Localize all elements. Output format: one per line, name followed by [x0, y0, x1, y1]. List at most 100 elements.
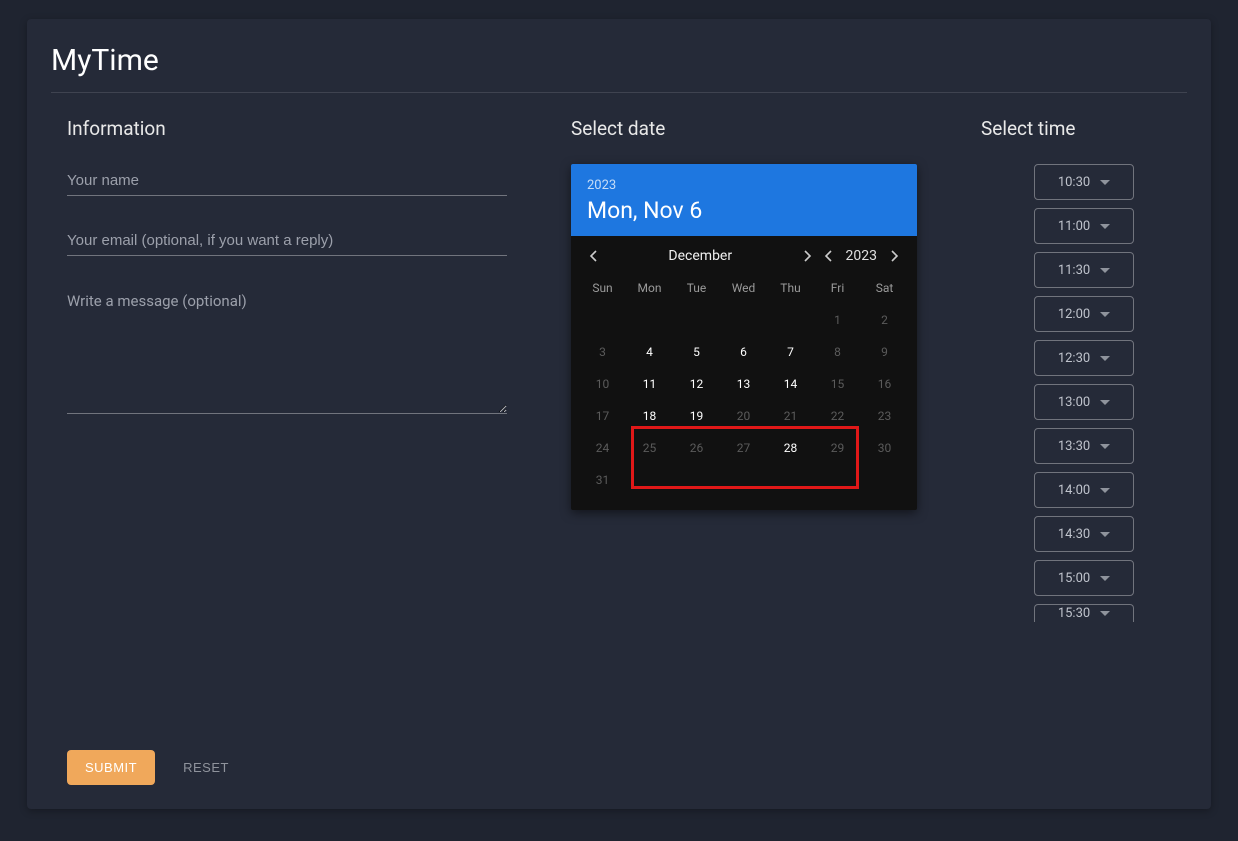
time-slot-label: 13:30 [1058, 439, 1090, 454]
time-slot-button[interactable]: 13:30 [1034, 428, 1134, 464]
weekday-header: Tue [673, 272, 720, 304]
chevron-left-icon [824, 250, 832, 262]
next-month-button[interactable] [798, 246, 818, 266]
chevron-down-icon [1100, 611, 1110, 616]
chevron-down-icon [1100, 312, 1110, 317]
time-slot-label: 11:30 [1058, 263, 1090, 278]
calendar-day[interactable]: 18 [626, 400, 673, 432]
datepicker-header-date[interactable]: Mon, Nov 6 [587, 197, 901, 224]
time-slot-button[interactable]: 13:00 [1034, 384, 1134, 420]
calendar-day: 8 [814, 336, 861, 368]
calendar-day: 27 [720, 432, 767, 464]
calendar-day [720, 304, 767, 336]
datepicker-month-label[interactable]: December [603, 248, 798, 264]
next-year-button[interactable] [885, 246, 905, 266]
chevron-down-icon [1100, 400, 1110, 405]
time-list: 10:30 11:00 11:30 12:00 12:30 13:00 13:30 14:00… [1034, 164, 1134, 622]
datepicker-month-nav: December [583, 246, 818, 266]
actions-row: SUBMIT RESET [67, 750, 237, 785]
calendar-day: 26 [673, 432, 720, 464]
calendar-day: 15 [814, 368, 861, 400]
name-input[interactable] [67, 164, 507, 196]
calendar-day: 25 [626, 432, 673, 464]
message-textarea[interactable] [67, 284, 507, 414]
calendar-day: 10 [579, 368, 626, 400]
datepicker-year-nav: 2023 [818, 246, 905, 266]
time-column: Select time 10:3011:0011:3012:0012:3013:… [981, 117, 1187, 653]
time-slot-button[interactable]: 12:00 [1034, 296, 1134, 332]
chevron-down-icon [1100, 532, 1110, 537]
calendar-day [579, 304, 626, 336]
weekday-header: Thu [767, 272, 814, 304]
calendar-day: 24 [579, 432, 626, 464]
calendar-day [673, 304, 720, 336]
date-title: Select date [571, 117, 917, 140]
calendar-day: 9 [861, 336, 908, 368]
time-slot-label: 12:30 [1058, 351, 1090, 366]
calendar-day[interactable]: 11 [626, 368, 673, 400]
calendar-day: 16 [861, 368, 908, 400]
calendar-day: 23 [861, 400, 908, 432]
datepicker-nav: December 2023 [571, 236, 917, 272]
calendar-day[interactable]: 13 [720, 368, 767, 400]
weekday-header: Wed [720, 272, 767, 304]
calendar-day [767, 464, 814, 496]
calendar-day[interactable]: 19 [673, 400, 720, 432]
chevron-down-icon [1100, 268, 1110, 273]
datepicker-header-year[interactable]: 2023 [587, 178, 901, 193]
calendar-day[interactable]: 4 [626, 336, 673, 368]
chevron-down-icon [1100, 356, 1110, 361]
chevron-right-icon [804, 250, 812, 262]
chevron-down-icon [1100, 488, 1110, 493]
time-slot-button[interactable]: 15:30 [1034, 604, 1134, 622]
time-slot-button[interactable]: 12:30 [1034, 340, 1134, 376]
chevron-down-icon [1100, 576, 1110, 581]
datepicker-year-label[interactable]: 2023 [840, 248, 883, 264]
main-card: MyTime Information Select date 2023 Mon,… [27, 19, 1211, 809]
calendar-day[interactable]: 12 [673, 368, 720, 400]
chevron-down-icon [1100, 444, 1110, 449]
time-slot-button[interactable]: 14:00 [1034, 472, 1134, 508]
calendar-day[interactable]: 5 [673, 336, 720, 368]
time-slot-label: 15:00 [1058, 571, 1090, 586]
time-slot-button[interactable]: 11:00 [1034, 208, 1134, 244]
time-slot-button[interactable]: 10:30 [1034, 164, 1134, 200]
time-slot-label: 13:00 [1058, 395, 1090, 410]
time-slot-label: 11:00 [1058, 219, 1090, 234]
email-input[interactable] [67, 224, 507, 256]
calendar-day [861, 464, 908, 496]
date-column: Select date 2023 Mon, Nov 6 December [571, 117, 917, 653]
weekday-header: Mon [626, 272, 673, 304]
time-slot-label: 10:30 [1058, 175, 1090, 190]
submit-button[interactable]: SUBMIT [67, 750, 155, 785]
calendar-day[interactable]: 28 [767, 432, 814, 464]
time-slot-label: 14:30 [1058, 527, 1090, 542]
calendar-day [814, 464, 861, 496]
calendar-day [673, 464, 720, 496]
calendar-day[interactable]: 6 [720, 336, 767, 368]
calendar-day: 2 [861, 304, 908, 336]
time-slot-label: 12:00 [1058, 307, 1090, 322]
datepicker: 2023 Mon, Nov 6 December [571, 164, 917, 510]
weekday-header: Sat [861, 272, 908, 304]
calendar-day [720, 464, 767, 496]
prev-month-button[interactable] [583, 246, 603, 266]
calendar-day[interactable]: 14 [767, 368, 814, 400]
calendar-day: 22 [814, 400, 861, 432]
calendar-day: 17 [579, 400, 626, 432]
calendar-day: 3 [579, 336, 626, 368]
prev-year-button[interactable] [818, 246, 838, 266]
calendar-day[interactable]: 7 [767, 336, 814, 368]
app-title: MyTime [27, 19, 1211, 92]
info-title: Information [67, 117, 507, 140]
calendar-day [767, 304, 814, 336]
reset-button[interactable]: RESET [175, 750, 237, 785]
chevron-down-icon [1100, 224, 1110, 229]
time-slot-button[interactable]: 14:30 [1034, 516, 1134, 552]
chevron-down-icon [1100, 180, 1110, 185]
calendar-day: 29 [814, 432, 861, 464]
time-slot-button[interactable]: 15:00 [1034, 560, 1134, 596]
time-slot-label: 15:30 [1058, 606, 1090, 621]
time-slot-button[interactable]: 11:30 [1034, 252, 1134, 288]
calendar-day: 31 [579, 464, 626, 496]
